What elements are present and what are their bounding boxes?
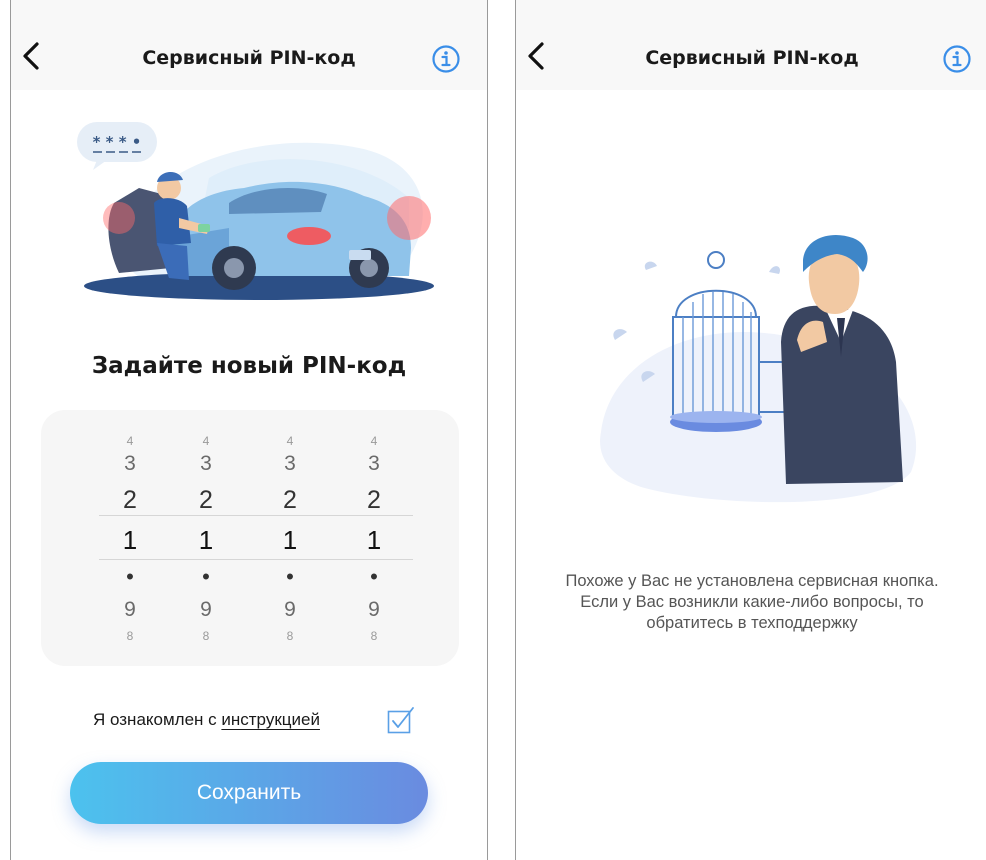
picker-selected-digit: 1 bbox=[366, 525, 382, 555]
screen-set-pin: Сервисный PIN-код * * * • Задайте новый … bbox=[10, 0, 488, 860]
picker-digit: 2 bbox=[283, 486, 297, 514]
picker-digit: 2 bbox=[367, 486, 381, 514]
agreement-row: Я ознакомлен с инструкцией bbox=[11, 706, 487, 736]
instruction-link[interactable]: инструкцией bbox=[221, 710, 320, 729]
picker-digit: 8 bbox=[202, 629, 210, 643]
picker-digit: • bbox=[126, 564, 134, 589]
picker-digit: • bbox=[202, 564, 210, 589]
nav-bar: Сервисный PIN-код bbox=[516, 0, 986, 90]
picker-digit: 8 bbox=[286, 629, 294, 643]
car-service-illustration: * * * • bbox=[77, 122, 434, 300]
picker-digit: 2 bbox=[199, 486, 213, 514]
picker-digit: 3 bbox=[124, 452, 136, 475]
picker-digit: 3 bbox=[200, 452, 212, 475]
picker-selected-digit: 1 bbox=[282, 525, 298, 555]
agreement-checkbox-icon[interactable] bbox=[387, 706, 415, 734]
agreement-label: Я ознакомлен с инструкцией bbox=[93, 710, 320, 730]
info-icon[interactable] bbox=[942, 44, 972, 74]
picker-digit: 9 bbox=[368, 598, 380, 621]
set-pin-heading: Задайте новый PIN-код bbox=[91, 353, 407, 379]
empty-cage-illustration bbox=[600, 234, 917, 503]
picker-digit: 3 bbox=[284, 452, 296, 475]
picker-digit: • bbox=[370, 564, 378, 589]
picker-digit: • bbox=[286, 564, 294, 589]
picker-digit: 9 bbox=[284, 598, 296, 621]
pin-digit-column-3[interactable]: 4 3 2 1 • 9 8 bbox=[270, 410, 310, 666]
pin-picker: 4 3 2 1 • 9 8 4 3 2 1 • 9 8 4 3 2 1 • 9 … bbox=[41, 410, 459, 666]
screen-no-service-button: Сервисный PIN-код Похоже у Вас не устано… bbox=[515, 0, 986, 860]
picker-digit: 8 bbox=[126, 629, 134, 643]
pin-digit-column-2[interactable]: 4 3 2 1 • 9 8 bbox=[186, 410, 226, 666]
picker-digit: 4 bbox=[202, 434, 210, 448]
picker-digit: 4 bbox=[286, 434, 294, 448]
picker-digit: 9 bbox=[200, 598, 212, 621]
speech-bubble-text: * * * • bbox=[93, 133, 142, 151]
picker-digit: 3 bbox=[368, 452, 380, 475]
picker-digit: 8 bbox=[370, 629, 378, 643]
page-title: Сервисный PIN-код bbox=[645, 47, 859, 69]
picker-digit: 9 bbox=[124, 598, 136, 621]
save-button[interactable]: Сохранить bbox=[70, 762, 428, 824]
picker-selected-digit: 1 bbox=[198, 525, 214, 555]
picker-selected-digit: 1 bbox=[122, 525, 138, 555]
page-title: Сервисный PIN-код bbox=[142, 47, 356, 69]
picker-digit: 4 bbox=[370, 434, 378, 448]
picker-digit: 2 bbox=[123, 486, 137, 514]
no-service-button-message: Похоже у Вас не установлена сервисная кн… bbox=[565, 572, 939, 632]
nav-bar: Сервисный PIN-код bbox=[11, 0, 487, 90]
picker-digit: 4 bbox=[126, 434, 134, 448]
agreement-text: Я ознакомлен с bbox=[93, 710, 222, 729]
pin-digit-column-4[interactable]: 4 3 2 1 • 9 8 bbox=[354, 410, 394, 666]
pin-digit-column-1[interactable]: 4 3 2 1 • 9 8 bbox=[110, 410, 150, 666]
info-icon[interactable] bbox=[431, 44, 461, 74]
